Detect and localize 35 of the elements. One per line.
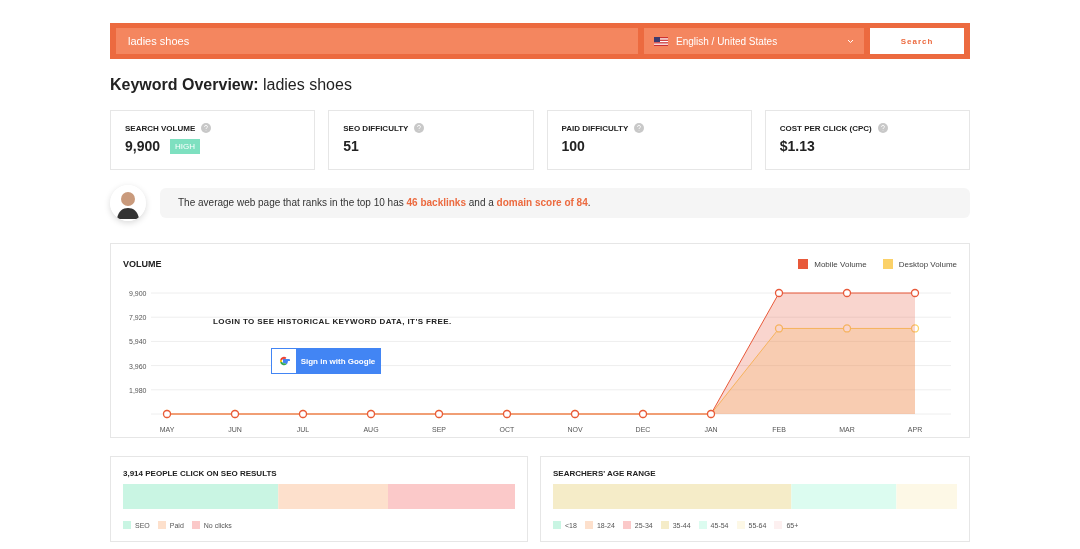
card-title: VOLUME <box>123 259 163 269</box>
flag-icon <box>654 36 668 46</box>
google-icon <box>278 355 290 367</box>
point <box>910 324 920 333</box>
card-title: SEARCHERS' AGE RANGE <box>553 469 657 478</box>
language-dropdown[interactable]: English / United States <box>644 28 864 54</box>
metric-label: PAID DIFFICULTY <box>561 123 629 133</box>
legend-label: Desktop Volume <box>898 259 957 269</box>
metric-label: SEARCH VOLUME <box>125 123 196 133</box>
insight-text: The average web page that ranks in the top 10 has 46 backlinks and a domain score of 84. <box>160 188 970 218</box>
help-icon[interactable] <box>877 123 888 133</box>
search-button[interactable]: Search <box>870 28 964 54</box>
avatar <box>110 185 146 221</box>
point <box>774 324 784 333</box>
point <box>842 324 852 333</box>
google-signin-button[interactable]: Sign in with Google <box>271 348 381 374</box>
metric-value: 100 <box>561 138 585 154</box>
level-badge: HIGH <box>170 138 201 154</box>
login-prompt: LOGIN TO SEE HISTORICAL KEYWORD DATA, IT'S FREE. <box>213 317 452 326</box>
help-icon[interactable] <box>634 123 645 133</box>
card-title: 3,914 PEOPLE CLICK ON SEO RESULTS <box>123 469 278 478</box>
metric-value: $1.13 <box>779 138 815 154</box>
help-icon[interactable] <box>201 123 212 133</box>
chevron-down-icon <box>847 38 854 44</box>
metric-label: SEO DIFFICULTY <box>343 123 409 133</box>
search-field[interactable]: ladies shoes <box>116 28 638 54</box>
help-icon[interactable] <box>414 123 425 133</box>
point <box>910 288 920 298</box>
point <box>842 288 852 298</box>
point <box>774 288 784 298</box>
page-title: Keyword Overview: ladies shoes <box>110 76 353 94</box>
legend-label: Mobile Volume <box>814 259 867 269</box>
metric-label: COST PER CLICK (CPC) <box>779 123 872 133</box>
metric-value: 9,900 <box>125 138 161 154</box>
metric-value: 51 <box>343 138 359 154</box>
